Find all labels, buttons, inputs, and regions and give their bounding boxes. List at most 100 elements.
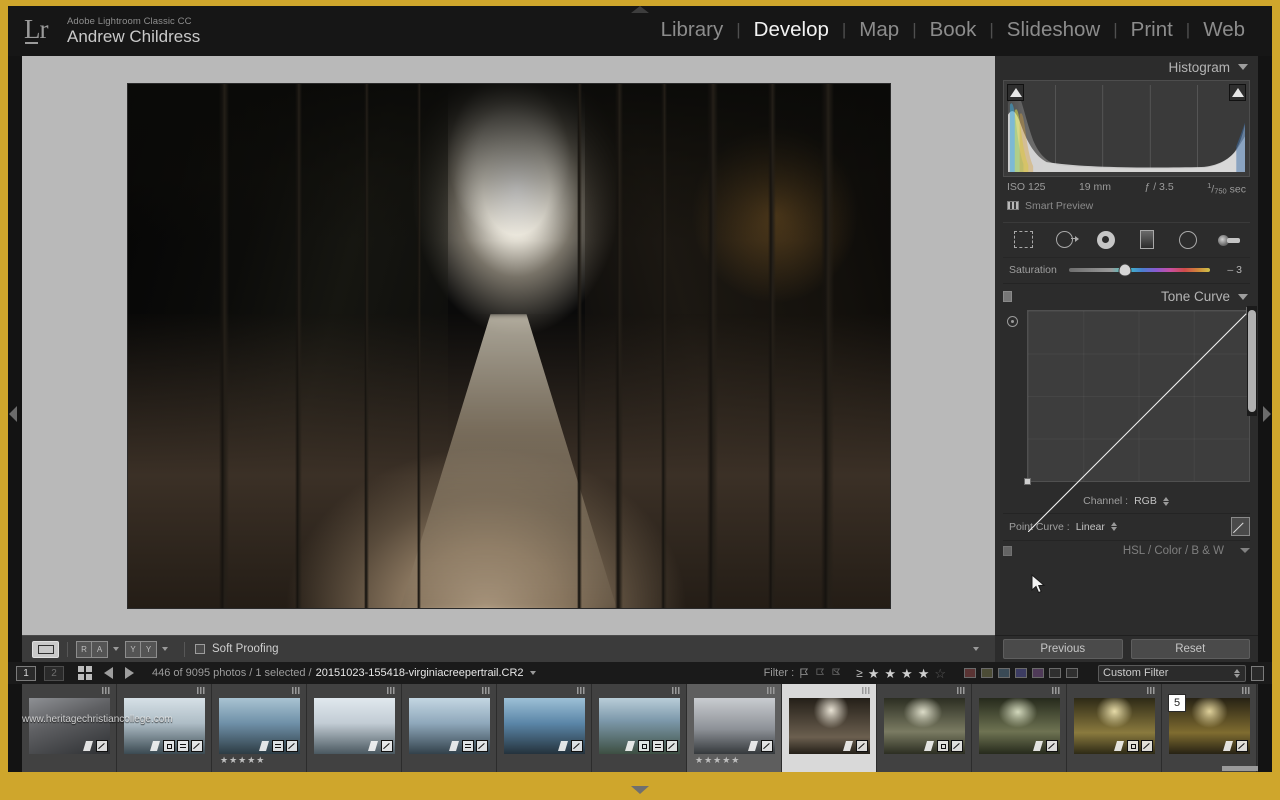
- histogram-graph[interactable]: [1003, 80, 1250, 177]
- image-canvas[interactable]: [22, 56, 995, 635]
- histogram-panel-header[interactable]: Histogram: [995, 56, 1258, 78]
- highlight-clipping-indicator[interactable]: [1229, 84, 1246, 101]
- crop-rotate-badge-icon[interactable]: [1032, 740, 1044, 752]
- source-button-2[interactable]: 2: [44, 665, 64, 681]
- rating-operator[interactable]: ≥: [856, 666, 863, 680]
- crop-badge-icon[interactable]: [1127, 740, 1139, 752]
- custom-filter-dropdown[interactable]: Custom Filter: [1098, 664, 1246, 682]
- develop-badge-icon[interactable]: [571, 740, 583, 752]
- point-curve-updown-icon[interactable]: [1110, 521, 1118, 532]
- red-eye-tool-icon[interactable]: [1092, 227, 1120, 253]
- filter-star-2[interactable]: ★: [884, 667, 896, 680]
- top-panel-toggle-arrow-icon[interactable]: [631, 6, 649, 13]
- before-view-button[interactable]: R: [76, 640, 92, 658]
- split-view-buttons[interactable]: Y Y: [125, 640, 157, 658]
- crop-badge-icon[interactable]: [163, 740, 175, 752]
- module-library[interactable]: Library: [648, 18, 737, 42]
- point-curve-edit-button[interactable]: [1231, 517, 1250, 536]
- filmstrip-scrollbar[interactable]: [1222, 766, 1258, 771]
- develop-badge-icon[interactable]: [761, 740, 773, 752]
- thumb-4[interactable]: [307, 684, 402, 772]
- left-panel-arrow-icon[interactable]: [9, 406, 17, 422]
- develop-badge-icon[interactable]: [666, 740, 678, 752]
- thumb-7[interactable]: [592, 684, 687, 772]
- crop-rotate-badge-icon[interactable]: [557, 740, 569, 752]
- smart-preview-status[interactable]: Smart Preview: [995, 196, 1258, 218]
- source-button-1[interactable]: 1: [16, 665, 36, 681]
- spot-removal-tool-icon[interactable]: [1051, 227, 1080, 253]
- thumb-12[interactable]: [1067, 684, 1162, 772]
- toolbar-options-chevron-down-icon[interactable]: [973, 647, 979, 651]
- color-label-swatch-yellow[interactable]: [981, 668, 993, 678]
- after-view-button[interactable]: A: [92, 640, 108, 658]
- current-filename[interactable]: 20151023-155418-virginiacreepertrail.CR2: [316, 667, 524, 679]
- right-panel-scrollbar[interactable]: [1247, 306, 1257, 416]
- crop-overlay-tool-icon[interactable]: [1010, 227, 1038, 253]
- color-label-swatch-purple[interactable]: [1032, 668, 1044, 678]
- crop-rotate-badge-icon[interactable]: [1222, 740, 1234, 752]
- thumb-8[interactable]: ★★★★★: [687, 684, 782, 772]
- tone-curve-handle-shadows[interactable]: [1024, 477, 1031, 485]
- metadata-badge-icon[interactable]: [652, 740, 664, 752]
- filmstrip[interactable]: ★★★★★ ★★★★★ 5: [22, 684, 1258, 772]
- hsl-panel-switch[interactable]: [1003, 545, 1012, 556]
- filter-star-1[interactable]: ★: [868, 667, 880, 680]
- crop-badge-icon[interactable]: [937, 740, 949, 752]
- split-view-button-2[interactable]: Y: [141, 640, 157, 658]
- split-view-chevron-down-icon[interactable]: [162, 647, 168, 651]
- develop-badge-icon[interactable]: [1141, 740, 1153, 752]
- tone-curve-panel-header[interactable]: Tone Curve: [995, 286, 1258, 308]
- hsl-chevron-down-icon[interactable]: [1240, 548, 1250, 553]
- right-panel-arrow-icon[interactable]: [1263, 406, 1271, 422]
- crop-rotate-badge-icon[interactable]: [624, 740, 636, 752]
- channel-updown-icon[interactable]: [1162, 496, 1170, 507]
- radial-filter-tool-icon[interactable]: [1174, 227, 1202, 253]
- thumbnail-star-rating[interactable]: ★★★★★: [220, 755, 265, 766]
- color-label-swatch-custom[interactable]: [1066, 668, 1078, 678]
- flag-pick-icon[interactable]: [799, 667, 810, 679]
- soft-proofing-checkbox[interactable]: [195, 644, 205, 654]
- module-slideshow[interactable]: Slideshow: [994, 18, 1113, 42]
- thumb-5[interactable]: [402, 684, 497, 772]
- metadata-badge-icon[interactable]: [177, 740, 189, 752]
- previous-photo-arrow-icon[interactable]: [104, 667, 113, 679]
- develop-badge-icon[interactable]: [476, 740, 488, 752]
- crop-rotate-badge-icon[interactable]: [923, 740, 935, 752]
- hsl-panel-header[interactable]: HSL / Color / B & W: [1003, 541, 1250, 561]
- tone-curve-chevron-down-icon[interactable]: [1238, 293, 1248, 300]
- next-photo-arrow-icon[interactable]: [125, 667, 134, 679]
- bottom-panel-toggle-arrow-icon[interactable]: [631, 786, 649, 794]
- filter-enable-button[interactable]: [1251, 665, 1264, 681]
- filter-star-4[interactable]: ★: [918, 667, 930, 680]
- develop-badge-icon[interactable]: [286, 740, 298, 752]
- filename-chevron-down-icon[interactable]: [529, 671, 536, 675]
- metadata-badge-icon[interactable]: [462, 740, 474, 752]
- previous-button[interactable]: Previous: [1003, 639, 1123, 659]
- develop-badge-icon[interactable]: [96, 740, 108, 752]
- crop-rotate-badge-icon[interactable]: [258, 740, 270, 752]
- crop-rotate-badge-icon[interactable]: [842, 740, 854, 752]
- stack-count-badge[interactable]: 5: [1168, 694, 1186, 712]
- right-panel-scrollbar-thumb[interactable]: [1248, 310, 1256, 412]
- before-after-chevron-down-icon[interactable]: [113, 647, 119, 651]
- grid-view-icon[interactable]: [78, 666, 92, 680]
- color-label-swatch-green[interactable]: [998, 668, 1010, 678]
- flag-reject-icon[interactable]: [831, 667, 842, 679]
- thumbnail-star-rating[interactable]: ★★★★★: [695, 755, 740, 766]
- crop-rotate-badge-icon[interactable]: [82, 740, 94, 752]
- saturation-slider-knob[interactable]: [1119, 264, 1131, 276]
- photo-preview[interactable]: [127, 83, 890, 608]
- targeted-adjustment-tool-icon[interactable]: [1007, 315, 1018, 327]
- identity-plate[interactable]: Lr Adobe Lightroom Classic CC Andrew Chi…: [8, 14, 200, 48]
- saturation-value[interactable]: – 3: [1210, 264, 1250, 276]
- thumb-1[interactable]: [22, 684, 117, 772]
- develop-badge-icon[interactable]: [381, 740, 393, 752]
- filter-star-3[interactable]: ★: [901, 667, 913, 680]
- module-develop[interactable]: Develop: [741, 18, 842, 42]
- module-web[interactable]: Web: [1190, 18, 1258, 42]
- color-label-swatch-none[interactable]: [1049, 668, 1061, 678]
- split-view-button-1[interactable]: Y: [125, 640, 141, 658]
- crop-rotate-badge-icon[interactable]: [448, 740, 460, 752]
- crop-rotate-badge-icon[interactable]: [367, 740, 379, 752]
- shadow-clipping-indicator[interactable]: [1007, 84, 1024, 101]
